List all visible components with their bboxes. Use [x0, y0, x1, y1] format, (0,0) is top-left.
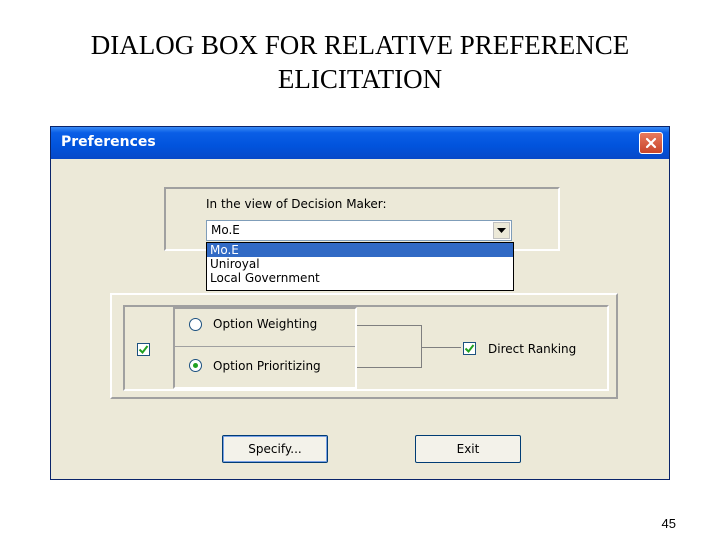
direct-ranking-label[interactable]: Direct Ranking — [488, 342, 576, 356]
page-number: 45 — [661, 516, 676, 531]
combobox-value: Mo.E — [211, 223, 240, 237]
dropdown-option-moe[interactable]: Mo.E — [207, 243, 513, 257]
dropdown-option-uniroyal[interactable]: Uniroyal — [207, 257, 513, 271]
decision-maker-dropdown-list: Mo.E Uniroyal Local Government — [206, 242, 514, 291]
option-prioritizing-radio[interactable] — [189, 359, 202, 372]
checkmark-icon — [464, 344, 475, 354]
exit-button[interactable]: Exit — [415, 435, 521, 463]
close-icon — [645, 137, 657, 149]
connector-top — [357, 325, 421, 326]
direct-ranking-checkbox[interactable] — [463, 342, 476, 355]
option-weighting-label[interactable]: Option Weighting — [213, 317, 317, 331]
checkmark-icon — [138, 345, 149, 355]
connector-to-ranking — [421, 347, 461, 348]
dialog-client-area: In the view of Decision Maker: Mo.E Mo.E… — [51, 159, 669, 479]
close-button[interactable] — [639, 132, 663, 154]
window-title: Preferences — [61, 134, 156, 150]
specify-button[interactable]: Specify... — [222, 435, 328, 463]
title-bar[interactable]: Preferences — [51, 127, 669, 159]
option-prioritizing-label[interactable]: Option Prioritizing — [213, 359, 321, 373]
chevron-down-icon — [497, 228, 506, 233]
option-separator — [175, 346, 355, 347]
decision-maker-combobox[interactable]: Mo.E — [206, 220, 512, 241]
slide-title: DIALOG BOX FOR RELATIVE PREFERENCE ELICI… — [0, 28, 720, 96]
radio-selected-dot — [193, 363, 198, 368]
slide-title-line-1: DIALOG BOX FOR RELATIVE PREFERENCE — [90, 30, 630, 60]
connector-bottom — [357, 367, 421, 368]
slide-title-line-2: ELICITATION — [277, 64, 443, 94]
option-method-checkbox[interactable] — [137, 343, 150, 356]
option-weighting-radio[interactable] — [189, 318, 202, 331]
dropdown-option-local-government[interactable]: Local Government — [207, 271, 513, 285]
decision-maker-label: In the view of Decision Maker: — [206, 197, 387, 211]
preferences-dialog: Preferences In the view of Decision Make… — [50, 126, 670, 480]
dropdown-button[interactable] — [493, 222, 510, 239]
